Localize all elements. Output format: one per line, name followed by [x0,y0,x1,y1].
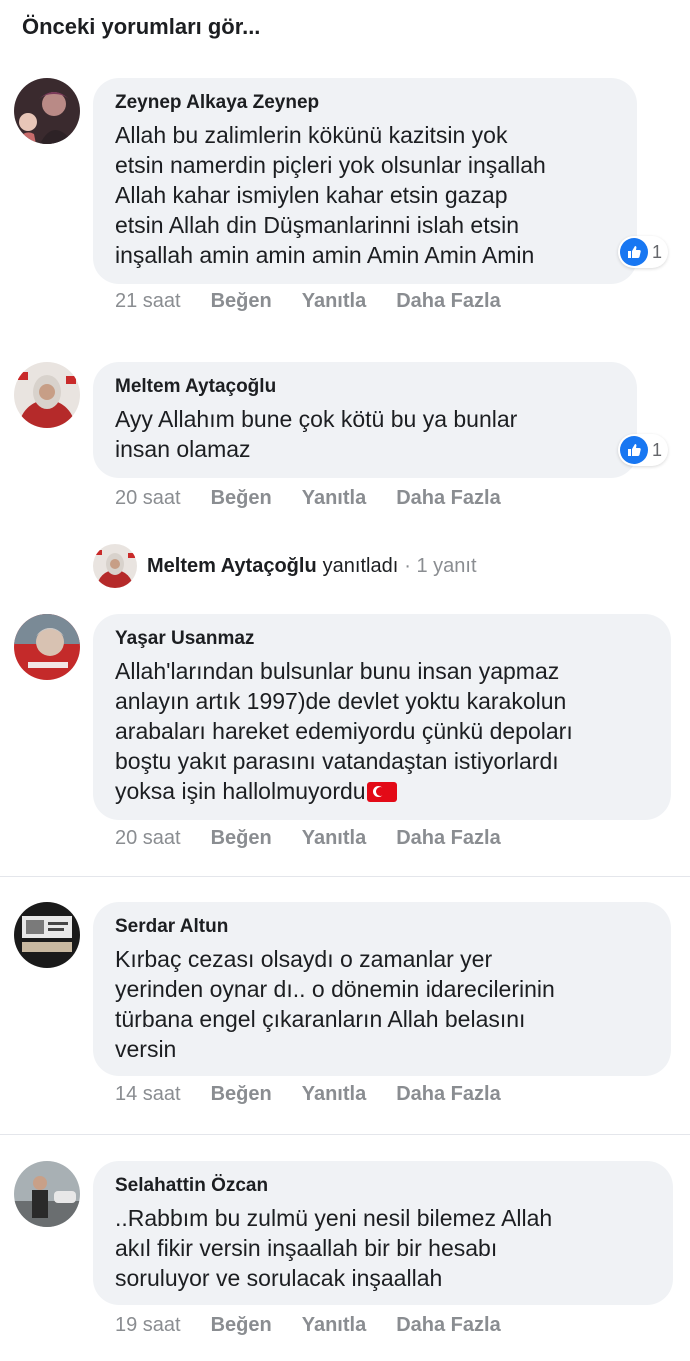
comment-actions: 20 saat Beğen Yanıtla Daha Fazla [115,827,531,850]
avatar[interactable] [14,1161,80,1227]
comment-bubble: Yaşar Usanmaz Allah'larından bulsunlar b… [93,614,671,820]
comment-bubble: Selahattin Özcan ..Rabbım bu zulmü yeni … [93,1161,673,1305]
avatar[interactable] [14,614,80,680]
comment-text: Allah bu zalimlerin kökünü kazitsin yok … [115,122,546,268]
more-button[interactable]: Daha Fazla [396,1314,500,1337]
avatar[interactable] [14,362,80,428]
reaction-count-badge[interactable]: 1 [618,434,669,466]
comment-author[interactable]: Serdar Altun [115,914,647,940]
reaction-count-badge[interactable]: 1 [618,236,669,268]
comment-text: Ayy Allahım bune çok kötü bu ya bunlar i… [115,406,518,462]
reply-button[interactable]: Yanıtla [302,1083,366,1106]
comment-actions: 19 saat Beğen Yanıtla Daha Fazla [115,1314,531,1337]
avatar [93,544,137,588]
turkish-flag-emoji [366,782,397,802]
like-button[interactable]: Beğen [211,290,272,313]
comment-actions: 14 saat Beğen Yanıtla Daha Fazla [115,1083,531,1106]
more-button[interactable]: Daha Fazla [396,1083,500,1106]
comment-text: ..Rabbım bu zulmü yeni nesil bilemez All… [115,1205,553,1291]
more-button[interactable]: Daha Fazla [396,290,500,313]
comment-timestamp[interactable]: 20 saat [115,487,181,510]
more-button[interactable]: Daha Fazla [396,827,500,850]
comment-timestamp[interactable]: 20 saat [115,827,181,850]
reply-verb: yanıtladı [322,554,399,577]
comment-author[interactable]: Zeynep Alkaya Zeynep [115,90,613,116]
view-replies-row[interactable]: Meltem Aytaçoğlu yanıtladı · 1 yanıt [93,544,477,588]
reply-button[interactable]: Yanıtla [302,487,366,510]
comment-text: Allah'larından bulsunlar bunu insan yapm… [115,656,647,806]
reaction-count: 1 [652,241,663,262]
like-button[interactable]: Beğen [211,827,272,850]
comment-text: Kırbaç cezası olsaydı o zamanlar yer yer… [115,946,555,1062]
avatar[interactable] [14,78,80,144]
comment-actions: 21 saat Beğen Yanıtla Daha Fazla [115,290,531,313]
reply-author: Meltem Aytaçoğlu [147,554,317,577]
comment-actions: 20 saat Beğen Yanıtla Daha Fazla [115,487,531,510]
comment-bubble: Meltem Aytaçoğlu Ayy Allahım bune çok kö… [93,362,637,478]
like-button[interactable]: Beğen [211,1083,272,1106]
comment-text-body: Allah'larından bulsunlar bunu insan yapm… [115,658,573,804]
reply-button[interactable]: Yanıtla [302,290,366,313]
like-button[interactable]: Beğen [211,1314,272,1337]
comment-bubble: Serdar Altun Kırbaç cezası olsaydı o zam… [93,902,671,1076]
like-button[interactable]: Beğen [211,487,272,510]
comment-author[interactable]: Yaşar Usanmaz [115,626,647,652]
comment-timestamp[interactable]: 21 saat [115,290,181,313]
reply-button[interactable]: Yanıtla [302,1314,366,1337]
comment-author[interactable]: Meltem Aytaçoğlu [115,374,613,400]
like-icon [620,238,648,266]
like-icon [620,436,648,464]
reaction-count: 1 [652,439,663,460]
reply-count: · 1 yanıt [404,554,477,577]
avatar[interactable] [14,902,80,968]
divider [0,876,690,877]
comment-author[interactable]: Selahattin Özcan [115,1173,649,1199]
divider [0,1134,690,1135]
more-button[interactable]: Daha Fazla [396,487,500,510]
view-previous-comments-link[interactable]: Önceki yorumları gör... [22,14,260,40]
comment-timestamp[interactable]: 14 saat [115,1083,181,1106]
comment-bubble: Zeynep Alkaya Zeynep Allah bu zalimlerin… [93,78,637,284]
reply-button[interactable]: Yanıtla [302,827,366,850]
comment-timestamp[interactable]: 19 saat [115,1314,181,1337]
